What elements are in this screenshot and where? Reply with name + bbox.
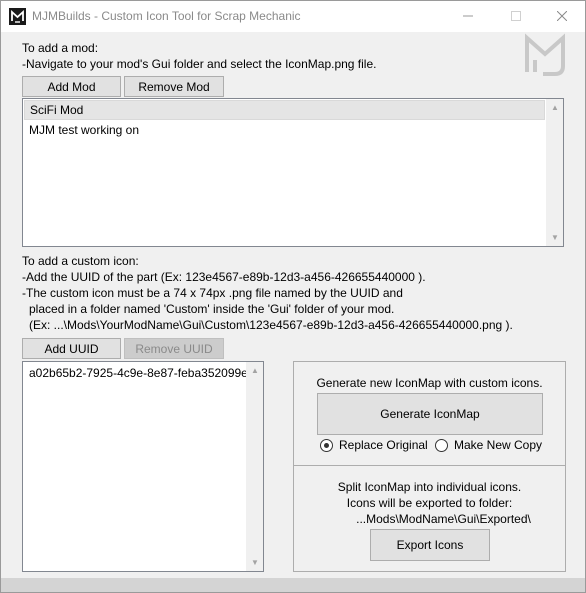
split-description-line1: Split IconMap into individual icons. [337,480,522,494]
status-bar [1,578,585,592]
window-title: MJMBuilds - Custom Icon Tool for Scrap M… [32,9,301,23]
mod-label: MJM test working on [29,123,140,137]
title-bar[interactable]: MJMBuilds - Custom Icon Tool for Scrap M… [1,1,585,32]
export-icons-button[interactable]: Export Icons [370,529,490,561]
remove-mod-button[interactable]: Remove Mod [124,76,224,97]
close-button[interactable] [539,1,585,32]
mods-list-scrollbar[interactable]: ▲ ▼ [546,99,563,246]
mods-instruction-text: -Navigate to your mod's Gui folder and s… [22,57,377,71]
mod-label: SciFi Mod [30,103,84,117]
maximize-button[interactable] [493,1,539,32]
panel-divider [294,465,565,466]
list-item-uuid[interactable]: a02b65b2-7925-4c9e-8e87-feba352099e9 [23,363,263,383]
client-area: To add a mod: -Navigate to your mod's Gu… [1,32,585,578]
icon-instruction-line5: (Ex: ...\Mods\YourModName\Gui\Custom\123… [29,318,513,332]
actions-panel: Generate new IconMap with custom icons. … [293,361,566,572]
close-icon [556,10,568,24]
export-folder-path: ...Mods\ModName\Gui\Exported\ [356,512,531,526]
replace-original-label: Replace Original [339,438,428,452]
minimize-button[interactable] [445,1,491,32]
scroll-down-icon[interactable]: ▼ [247,554,263,571]
uuid-list[interactable]: a02b65b2-7925-4c9e-8e87-feba352099e9 ▲ ▼ [22,361,264,572]
scroll-down-icon[interactable]: ▼ [547,229,563,246]
mods-list[interactable]: SciFi Mod MJM test working on ▲ ▼ [22,98,564,247]
split-description-line2: Icons will be exported to folder: [346,496,513,510]
scroll-up-icon[interactable]: ▲ [547,99,563,116]
list-item-mod[interactable]: MJM test working on [23,120,563,140]
radio-unchecked-icon [435,438,448,452]
generate-description: Generate new IconMap with custom icons. [316,376,543,390]
icon-instruction-line4: placed in a folder named 'Custom' inside… [29,302,395,316]
main-window: MJMBuilds - Custom Icon Tool for Scrap M… [0,0,586,593]
make-new-copy-radio[interactable]: Make New Copy [435,438,542,452]
mods-instruction-title: To add a mod: [22,41,99,55]
make-new-copy-label: Make New Copy [454,438,543,452]
icon-instruction-title: To add a custom icon: [22,254,139,268]
replace-original-radio[interactable]: Replace Original [320,438,428,452]
scroll-up-icon[interactable]: ▲ [247,362,263,379]
mjm-logo-icon [523,32,567,76]
minimize-icon [463,10,473,24]
remove-uuid-button[interactable]: Remove UUID [124,338,224,359]
uuid-label: a02b65b2-7925-4c9e-8e87-feba352099e9 [29,366,255,380]
uuid-list-scrollbar[interactable]: ▲ ▼ [246,362,263,571]
maximize-icon [511,10,521,24]
generate-iconmap-button[interactable]: Generate IconMap [317,393,543,435]
list-item-mod[interactable]: SciFi Mod [24,100,545,120]
radio-checked-icon [320,438,333,452]
icon-instruction-line3: -The custom icon must be a 74 x 74px .pn… [22,286,403,300]
icon-instruction-line2: -Add the UUID of the part (Ex: 123e4567-… [22,270,426,284]
add-uuid-button[interactable]: Add UUID [22,338,121,359]
add-mod-button[interactable]: Add Mod [22,76,121,97]
app-icon[interactable] [9,8,26,25]
